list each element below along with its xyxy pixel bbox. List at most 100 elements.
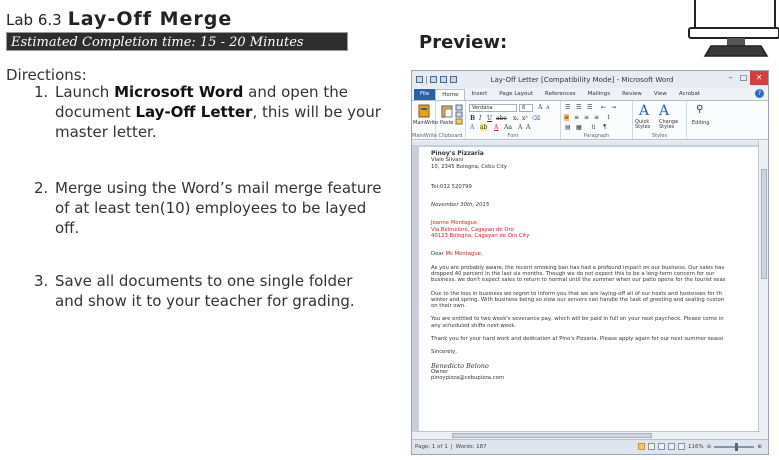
increase-indent-icon[interactable]: ⇥ [611,104,616,111]
step-emphasis: Lay-Off Letter [135,103,253,121]
help-icon[interactable]: ? [755,89,764,98]
multilevel-icon[interactable]: ☰ [587,104,592,111]
word-logo-icon [416,76,423,83]
highlight-icon[interactable]: ab [480,124,488,131]
minimize-button[interactable]: – [724,71,737,85]
window-title: Lay-Off Letter [Compatibility Mode] - Mi… [490,76,674,84]
ribbon: MainWrite MainWrite Paste Clipboard Verd… [412,100,768,140]
direction-step: 2. Merge using the Word’s mail merge fea… [34,178,384,238]
quick-styles-icon[interactable]: A [639,103,649,119]
mainwrite-group-label: MainWrite [412,133,438,139]
numbering-icon[interactable]: ☰ [576,104,581,111]
align-right-icon[interactable]: ≡ [584,114,589,121]
borders-icon[interactable]: ▦ [576,124,582,131]
lab-number: Lab 6.3 [6,11,62,29]
reduce-icon[interactable]: A [526,124,530,131]
document-page[interactable]: Pinoy's Pizzaria Viale Silvani 10, 2345 … [419,147,761,437]
maximize-button[interactable]: □ [737,71,750,85]
bold-icon[interactable]: B [470,115,475,122]
ribbon-tabs: File Home Insert Page Layout References … [412,88,768,100]
tab-file[interactable]: File [414,89,436,100]
font-name-select[interactable]: Verdana [469,104,517,112]
tab-page-layout[interactable]: Page Layout [493,89,539,100]
shrink-font-icon[interactable]: A [546,105,550,111]
mainwrite-icon[interactable] [418,104,430,118]
letter-body-line: You are entitled to two week's severance… [431,316,724,323]
word-count[interactable]: Words: 187 [456,444,487,450]
change-styles-label: Change Styles [659,119,679,130]
italic-icon[interactable]: I [479,115,481,122]
step-text: Save all documents to one single folder … [55,272,355,310]
ribbon-group-paragraph: ☰ ☰ ☰ ⇤ ⇥ ≡ ≡ ≡ ≡ ↕ ▤ ▦ ⇅ ¶ Paragraph [561,101,633,139]
web-layout-view-icon[interactable] [658,443,666,450]
lab-name: Lay-Off Merge [67,8,233,30]
subscript-icon[interactable]: x₂ [513,115,519,122]
zoom-out-icon[interactable]: ⊖ [707,444,712,450]
step-text: Launch [55,83,115,101]
undo-icon[interactable] [440,76,447,83]
ribbon-group-editing: ⚲ Editing [687,101,717,139]
clear-format-icon[interactable]: ⌫ [532,115,540,122]
enlarge-icon[interactable]: A [518,124,522,131]
zoom-in-icon[interactable]: ⊕ [757,444,762,450]
scroll-thumb[interactable] [452,433,652,438]
binoculars-icon[interactable]: ⚲ [696,104,703,115]
grow-font-icon[interactable]: A [538,104,542,111]
direction-step: 3. Save all documents to one single fold… [34,271,384,311]
align-center-icon[interactable]: ≡ [574,114,579,121]
status-right: 116% ⊖ ⊕ [638,442,762,451]
tab-home[interactable]: Home [435,89,466,100]
qat-separator [426,75,427,84]
shading-icon[interactable]: ▤ [565,124,571,131]
editing-label[interactable]: Editing [692,120,709,126]
step-text: Merge using the Word’s mail merge featur… [55,179,382,237]
styles-group-label: Styles [651,133,668,139]
align-left-icon[interactable]: ≡ [564,114,570,121]
letter-body-line: Due to the loss in business we regret to… [431,290,722,297]
print-layout-view-icon[interactable] [638,443,646,450]
superscript-icon[interactable]: x² [522,115,528,122]
zoom-level[interactable]: 116% [688,444,704,450]
tab-mailings[interactable]: Mailings [582,89,617,100]
paste-icon[interactable] [441,104,453,118]
tab-insert[interactable]: Insert [465,89,493,100]
redo-icon[interactable] [450,76,457,83]
line-spacing-icon[interactable]: ↕ [606,114,611,121]
lab-header: Lab 6.3 Lay-Off Merge Estimated Completi… [6,8,356,51]
mainwrite-label: MainWrite [413,120,439,126]
cut-copy-icons[interactable] [455,104,463,126]
close-button[interactable]: ✕ [750,71,768,85]
zoom-slider[interactable] [714,442,755,451]
font-group-label: Font [507,133,519,139]
outline-view-icon[interactable] [668,443,676,450]
underline-icon[interactable]: U [487,115,492,122]
change-case-icon[interactable]: Aa [504,124,512,131]
horizontal-scrollbar[interactable] [412,431,760,439]
text-effects-icon[interactable]: A [470,124,474,131]
sort-icon[interactable]: ⇅ [591,124,596,131]
tab-review[interactable]: Review [616,89,648,100]
vertical-scrollbar[interactable] [758,141,768,439]
paste-label: Paste [440,120,454,126]
tab-view[interactable]: View [648,89,673,100]
letter-body-line: business, we don't expect sales to retur… [431,277,726,284]
tab-references[interactable]: References [539,89,582,100]
ribbon-group-font: Verdana 8 A A B I U abc x₂ x² ⌫ A ab A A… [466,101,561,139]
strikethrough-icon[interactable]: abc [496,115,507,122]
step-number: 1. [34,83,49,101]
font-size-select[interactable]: 8 [519,104,533,112]
show-marks-icon[interactable]: ¶ [603,124,607,131]
draft-view-icon[interactable] [678,443,686,450]
decrease-indent-icon[interactable]: ⇤ [601,104,606,111]
full-screen-view-icon[interactable] [648,443,656,450]
save-icon[interactable] [430,76,437,83]
page-count[interactable]: Page: 1 of 1 [415,444,448,450]
change-styles-icon[interactable]: A [659,103,669,119]
bullets-icon[interactable]: ☰ [565,104,570,111]
tab-acrobat[interactable]: Acrobat [673,89,706,100]
font-color-icon[interactable]: A [494,124,498,131]
monitor-icon [688,0,779,57]
scroll-thumb[interactable] [761,169,767,279]
estimated-time-banner: Estimated Completion time: 15 - 20 Minut… [6,32,348,51]
justify-icon[interactable]: ≡ [594,114,599,121]
